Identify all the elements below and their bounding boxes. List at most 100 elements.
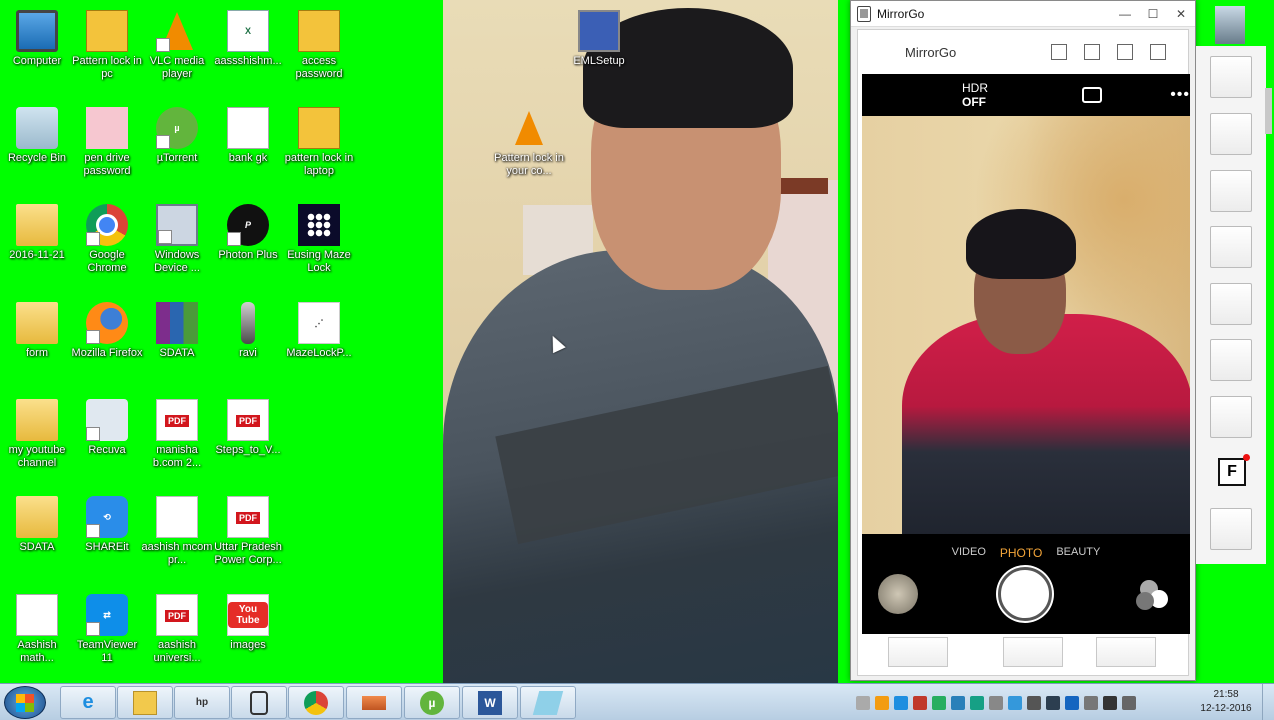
desktop-icon-eusing-maze-lock[interactable]: Eusing Maze Lock: [282, 198, 356, 275]
display-icon[interactable]: [1046, 695, 1060, 710]
bluetooth-icon[interactable]: [1065, 695, 1079, 710]
side-button-7[interactable]: [1210, 396, 1252, 438]
desktop-icon-emlsetup[interactable]: EMLSetup: [562, 4, 636, 68]
mode-photo[interactable]: PHOTO: [1000, 546, 1042, 560]
taskbar-notepad[interactable]: [520, 686, 576, 719]
desktop-icon-manisha-bcom[interactable]: PDF manisha b.com 2...: [140, 393, 214, 470]
filters-icon[interactable]: [1136, 580, 1170, 614]
snowflake-icon[interactable]: [1008, 695, 1022, 710]
taskbar-file-explorer[interactable]: [117, 686, 173, 719]
taskbar-internet-explorer[interactable]: e: [60, 686, 116, 719]
taskbar-mirrorgo[interactable]: [231, 686, 287, 719]
desktop-icon-vlc-media-player[interactable]: VLC media player: [140, 4, 214, 81]
security-icon[interactable]: [970, 695, 984, 710]
switch-camera-icon[interactable]: [1082, 87, 1103, 103]
header-button-4[interactable]: [1150, 44, 1166, 60]
desktop-icon-aashish-universi[interactable]: PDF aashish universi...: [140, 588, 214, 665]
folder-icon: [16, 302, 58, 344]
battery-icon[interactable]: [1084, 695, 1098, 710]
side-button-6[interactable]: [1210, 339, 1252, 381]
wifi-manager-icon[interactable]: [951, 695, 965, 710]
header-button-1[interactable]: [1051, 44, 1067, 60]
start-button[interactable]: [4, 686, 46, 719]
camera-viewfinder[interactable]: [862, 116, 1190, 534]
nav-home-button[interactable]: [1003, 637, 1063, 667]
desktop-icon-teamviewer[interactable]: ⇄ TeamViewer 11: [70, 588, 144, 665]
signal-icon[interactable]: [1103, 695, 1117, 710]
minimize-button[interactable]: —: [1111, 4, 1139, 24]
scrollbar[interactable]: [1265, 88, 1272, 134]
side-button-2[interactable]: [1210, 113, 1252, 155]
window-titlebar[interactable]: MirrorGo — ☐ ✕: [851, 1, 1195, 27]
desktop-icon-sdata-rar[interactable]: SDATA: [140, 296, 214, 360]
desktop-icon-ravi[interactable]: ravi: [211, 296, 285, 360]
show-desktop-button[interactable]: [1262, 684, 1274, 720]
mirrorgo-window[interactable]: MirrorGo — ☐ ✕ MirrorGo HDR OFF ••• VIDE…: [850, 0, 1196, 681]
desktop-icon-my-youtube-channel[interactable]: my youtube channel: [0, 393, 74, 470]
side-button-3[interactable]: [1210, 170, 1252, 212]
alert-icon[interactable]: [875, 695, 889, 710]
shutter-button[interactable]: [998, 567, 1052, 621]
microphone-icon[interactable]: [989, 695, 1003, 710]
keyboard-icon[interactable]: [856, 695, 870, 710]
side-button-8[interactable]: [1210, 508, 1252, 550]
desktop-icon-2016-11-21[interactable]: 2016-11-21: [0, 198, 74, 262]
gallery-thumbnail[interactable]: [878, 574, 918, 614]
desktop-icon-photon-plus[interactable]: P Photon Plus: [211, 198, 285, 262]
desktop-icon-pen-drive-password[interactable]: pen drive password: [70, 101, 144, 178]
desktop-icon-google-chrome[interactable]: Google Chrome: [70, 198, 144, 275]
nav-recent-button[interactable]: [1096, 637, 1156, 667]
desktop-icon-aashish-mcom[interactable]: aashish mcom pr...: [140, 490, 214, 567]
desktop-icon-pattern-lock-in-your-co[interactable]: Pattern lock in your co...: [492, 101, 566, 178]
desktop-icon-sdata-folder[interactable]: SDATA: [0, 490, 74, 554]
side-button-1[interactable]: [1210, 56, 1252, 98]
desktop-icon-recycle-bin[interactable]: Recycle Bin: [0, 101, 74, 165]
utorrent-icon: µ: [420, 690, 444, 715]
image-icon: [86, 107, 128, 149]
network-icon[interactable]: [894, 695, 908, 710]
avatar[interactable]: [1215, 6, 1245, 44]
desktop-icon-mozilla-firefox[interactable]: Mozilla Firefox: [70, 296, 144, 360]
desktop-icon-utorrent[interactable]: µ µTorrent: [140, 101, 214, 165]
desktop-icon-label: aassshishm...: [214, 55, 282, 67]
taskbar-media[interactable]: [346, 686, 402, 719]
desktop-icon-shareit[interactable]: ⟲ SHAREit: [70, 490, 144, 554]
taskbar-chrome[interactable]: [288, 686, 344, 719]
phone-screen[interactable]: HDR OFF ••• VIDEO PHOTO BEAUTY: [862, 74, 1190, 634]
desktop-icon-aassshishm[interactable]: X aassshishm...: [211, 4, 285, 68]
mode-beauty[interactable]: BEAUTY: [1056, 546, 1100, 560]
desktop-icon-pattern-lock-in-pc[interactable]: Pattern lock in pc: [70, 4, 144, 81]
close-button[interactable]: ✕: [1167, 4, 1195, 24]
flag-icon[interactable]: [1027, 695, 1041, 710]
desktop-icon-access-password[interactable]: access password: [282, 4, 356, 81]
desktop-icon-form[interactable]: form: [0, 296, 74, 360]
more-options-icon[interactable]: •••: [1170, 86, 1190, 104]
nav-back-button[interactable]: [888, 637, 948, 667]
desktop-icon-steps-to-v[interactable]: PDF Steps_to_V...: [211, 393, 285, 457]
hdr-toggle[interactable]: HDR OFF: [962, 81, 1010, 109]
desktop-icon-recuva[interactable]: Recuva: [70, 393, 144, 457]
side-button-4[interactable]: [1210, 226, 1252, 268]
chrome-icon: [304, 690, 328, 715]
desktop-icon-bank-gk[interactable]: bank gk: [211, 101, 285, 165]
header-button-3[interactable]: [1117, 44, 1133, 60]
clock[interactable]: 21:58 12-12-2016: [1196, 688, 1256, 716]
desktop-icon-mazelockp[interactable]: ⋰ MazeLockP...: [282, 296, 356, 360]
desktop-icon-windows-device[interactable]: Windows Device ...: [140, 198, 214, 275]
volume-icon[interactable]: [1122, 695, 1136, 710]
desktop-icon-pattern-lock-in-laptop[interactable]: pattern lock in laptop: [282, 101, 356, 178]
desktop-icon-aashish-math[interactable]: Aashish math...: [0, 588, 74, 665]
desktop-icon-images[interactable]: You Tube images: [211, 588, 285, 652]
sync-icon[interactable]: [932, 695, 946, 710]
taskbar-word[interactable]: W: [462, 686, 518, 719]
taskbar-utorrent[interactable]: µ: [404, 686, 460, 719]
mode-video[interactable]: VIDEO: [952, 546, 986, 560]
side-button-5[interactable]: [1210, 283, 1252, 325]
app-tray-icon[interactable]: [913, 695, 927, 710]
desktop-icon-computer[interactable]: Computer: [0, 4, 74, 68]
feedback-icon[interactable]: F: [1218, 454, 1250, 486]
taskbar-hp[interactable]: hp: [174, 686, 230, 719]
header-button-2[interactable]: [1084, 44, 1100, 60]
maximize-button[interactable]: ☐: [1139, 4, 1167, 24]
desktop-icon-uttar-pradesh[interactable]: PDF Uttar Pradesh Power Corp...: [211, 490, 285, 567]
